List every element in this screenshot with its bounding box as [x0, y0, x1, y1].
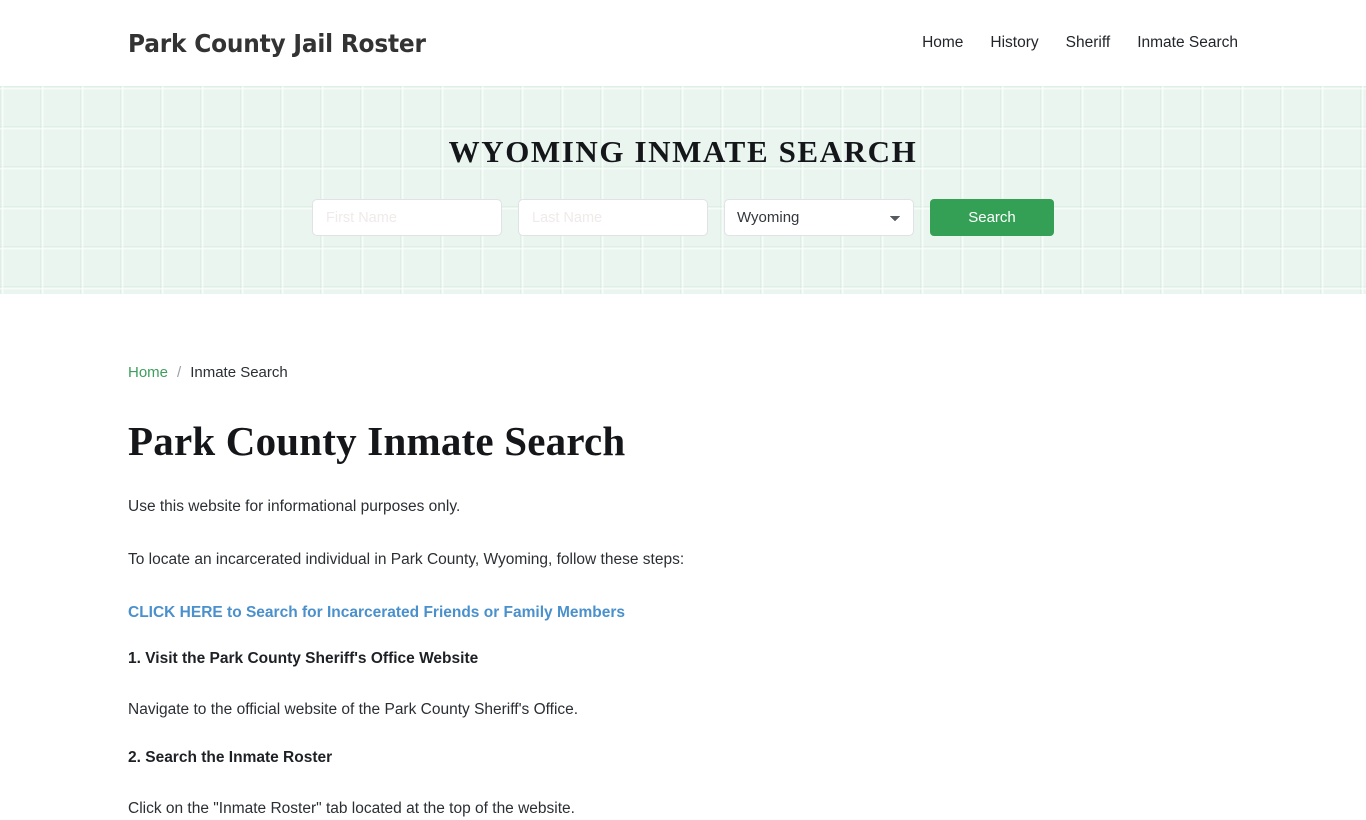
last-name-input[interactable] [518, 199, 708, 236]
nav-item-inmate-search[interactable]: Inmate Search [1137, 34, 1238, 52]
intro-paragraph: Use this website for informational purpo… [128, 498, 461, 515]
main-navigation: Home History Sheriff Inmate Search [922, 34, 1238, 52]
hero-title: WYOMING INMATE SEARCH [448, 134, 918, 169]
cta-search-link[interactable]: CLICK HERE to Search for Incarcerated Fr… [128, 604, 1238, 622]
search-button[interactable]: Search [930, 199, 1054, 236]
breadcrumb-separator: / [177, 364, 182, 381]
nav-item-sheriff[interactable]: Sheriff [1066, 34, 1111, 52]
breadcrumb-link-home[interactable]: Home [128, 364, 168, 381]
site-logo[interactable]: Park County Jail Roster [128, 29, 426, 58]
hero-search-section: WYOMING INMATE SEARCH Wyoming Search [0, 86, 1366, 294]
first-name-input[interactable] [312, 199, 502, 236]
nav-item-history[interactable]: History [990, 34, 1038, 52]
step-1-body: Navigate to the official website of the … [128, 700, 579, 718]
step-1-heading: 1. Visit the Park County Sheriff's Offic… [128, 649, 479, 667]
inmate-search-form: Wyoming Search [312, 199, 1054, 236]
state-select[interactable]: Wyoming [724, 199, 914, 236]
page-title: Park County Inmate Search [128, 418, 626, 464]
breadcrumb-current: Inmate Search [190, 364, 288, 381]
site-header: Park County Jail Roster Home History She… [0, 0, 1366, 86]
step-2-heading: 2. Search the Inmate Roster [128, 748, 333, 766]
step-2-body: Click on the "Inmate Roster" tab located… [128, 799, 575, 817]
main-content: Home / Inmate Search Park County Inmate … [0, 364, 1366, 820]
nav-item-home[interactable]: Home [922, 34, 963, 52]
breadcrumb: Home / Inmate Search [128, 364, 1238, 381]
instruction-paragraph: To locate an incarcerated individual in … [128, 551, 685, 569]
